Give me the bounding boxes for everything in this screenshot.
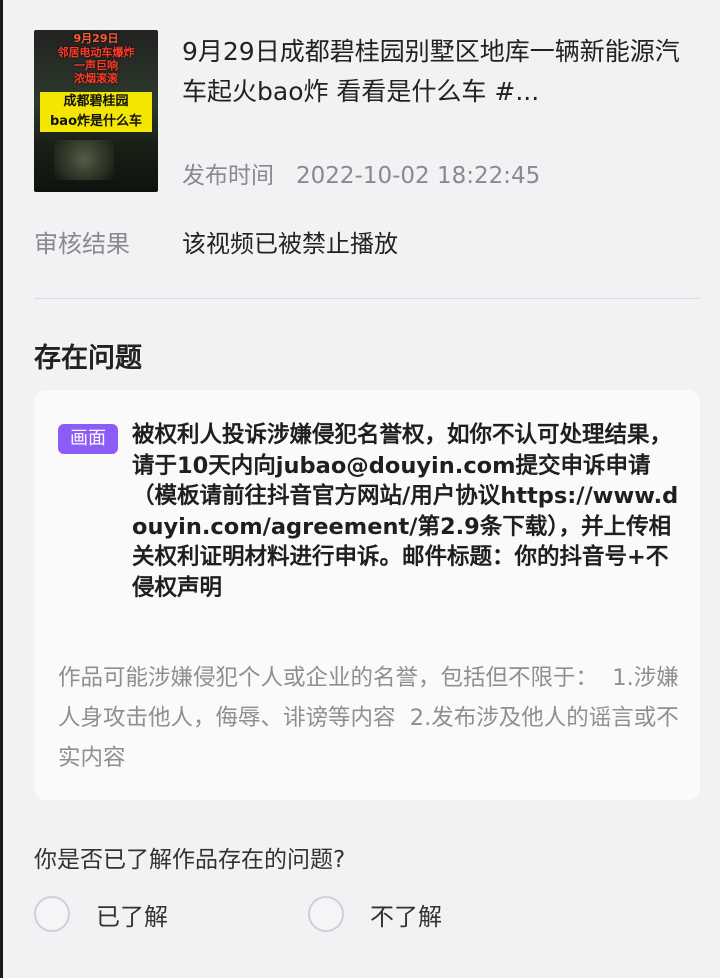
option-not-understood[interactable]: 不了解 [308,894,442,934]
radio-not-understood[interactable] [308,896,344,932]
review-result-value: 该视频已被禁止播放 [182,230,398,258]
issues-section-title: 存在问题 [34,343,142,374]
publish-time-label: 发布时间 [182,163,274,189]
issue-card: 画面 被权利人投诉涉嫌侵犯名誉权，如你不认可处理结果，请于10天内向jubao@… [34,390,700,800]
option-understood[interactable]: 已了解 [34,894,168,934]
video-thumbnail[interactable]: 9月29日 邻居电动车爆炸 一声巨响 浓烟滚滚 成都碧桂园 bao炸是什么车 [34,30,158,192]
issue-detail-text: 被权利人投诉涉嫌侵犯名誉权，如你不认可处理结果，请于10天内向jubao@dou… [132,422,679,601]
video-info[interactable]: 9月29日 邻居电动车爆炸 一声巨响 浓烟滚滚 成都碧桂园 bao炸是什么车 9… [34,30,694,194]
thumbnail-caption-top: 9月29日 [73,32,119,45]
issue-type-tag: 画面 [58,424,118,454]
radio-understood[interactable] [34,896,70,932]
option-not-understood-label[interactable]: 不了解 [370,897,442,932]
publish-time-value: 2022-10-02 18:22:45 [296,163,541,189]
review-result-label: 审核结果 [34,230,130,258]
option-understood-label[interactable]: 已了解 [96,897,168,932]
understanding-question: 你是否已了解作品存在的问题? [34,847,346,873]
issue-description: 作品可能涉嫌侵犯个人或企业的名誉，包括但不限于： 1.涉嫌人身攻击他人，侮辱、诽… [58,665,679,771]
video-title[interactable]: 9月29日成都碧桂园别墅区地库一辆新能源汽车起火bao炸 看看是什么车 #... [182,32,692,112]
thumbnail-scene [54,140,114,180]
thumbnail-caption-mid: 邻居电动车爆炸 一声巨响 浓烟滚滚 [57,46,135,85]
thumbnail-banner: 成都碧桂园 bao炸是什么车 [40,92,152,132]
review-result-row: 审核结果 该视频已被禁止播放 [34,224,398,259]
divider [34,298,700,299]
publish-time-row: 发布时间 2022-10-02 18:22:45 [182,156,540,190]
screen-edge [0,0,3,978]
